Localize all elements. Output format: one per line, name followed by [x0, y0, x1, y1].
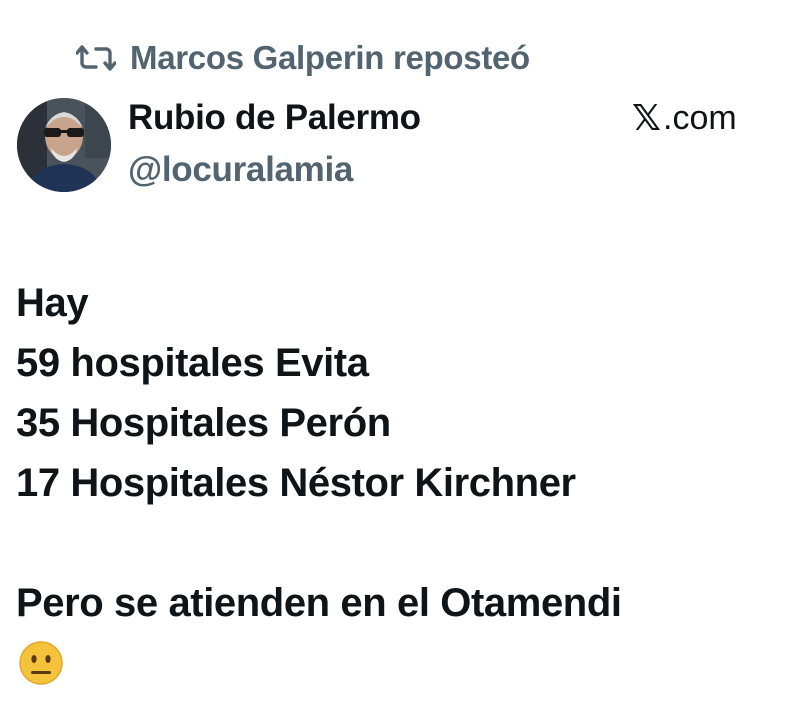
source-watermark: 𝕏 .com [632, 98, 737, 139]
neutral-face-emoji-icon [18, 640, 64, 686]
tweet-line: 17 Hospitales Néstor Kirchner [16, 461, 576, 505]
repost-label[interactable]: Marcos Galperin reposteó [130, 39, 530, 77]
tweet-line: Hay [16, 281, 89, 325]
tweet-text: Hay 59 hospitales Evita 35 Hospitales Pe… [16, 273, 771, 633]
author-display-name[interactable]: Rubio de Palermo [128, 98, 421, 138]
repost-header: Marcos Galperin reposteó [76, 38, 530, 78]
source-domain: .com [663, 99, 737, 137]
tweet-line: 59 hospitales Evita [16, 341, 369, 385]
x-logo-icon: 𝕏 [632, 98, 662, 139]
avatar[interactable] [17, 98, 111, 192]
repost-icon [76, 43, 116, 73]
tweet-closing-line: Pero se atienden en el Otamendi [16, 581, 622, 625]
tweet-line: 35 Hospitales Perón [16, 401, 391, 445]
author-handle[interactable]: @locuralamia [128, 150, 353, 190]
